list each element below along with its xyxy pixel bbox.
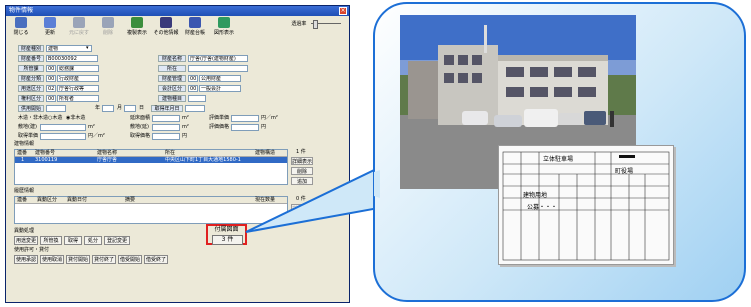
- document-row1: 建物用地: [523, 192, 548, 199]
- document-grid: [502, 151, 670, 261]
- document-row2: 公募・・・: [527, 204, 558, 211]
- document-owner: 町役場: [615, 168, 634, 175]
- drawing-document: 立体駐車場 町役場 建物用地 公募・・・: [498, 145, 674, 265]
- document-title: 立体駐車場: [543, 156, 574, 163]
